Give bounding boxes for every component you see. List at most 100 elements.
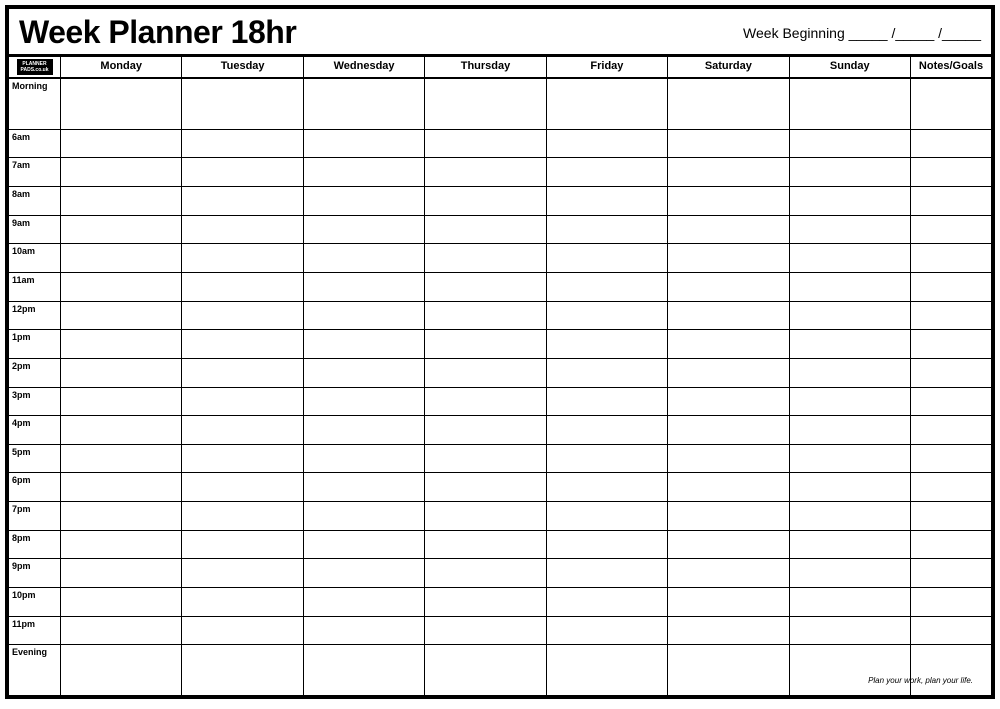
notes-cell[interactable] xyxy=(911,559,991,587)
day-cell[interactable] xyxy=(790,359,911,387)
day-cell[interactable] xyxy=(425,445,546,473)
day-cell[interactable] xyxy=(790,187,911,215)
day-cell[interactable] xyxy=(668,559,789,587)
day-cell[interactable] xyxy=(425,130,546,158)
day-cell[interactable] xyxy=(425,187,546,215)
day-cell[interactable] xyxy=(668,531,789,559)
day-cell[interactable] xyxy=(790,502,911,530)
day-cell[interactable] xyxy=(790,158,911,186)
notes-cell[interactable] xyxy=(911,645,991,695)
day-cell[interactable] xyxy=(182,588,303,616)
day-cell[interactable] xyxy=(61,531,182,559)
day-cell[interactable] xyxy=(61,388,182,416)
notes-cell[interactable] xyxy=(911,216,991,244)
day-cell[interactable] xyxy=(61,302,182,330)
day-cell[interactable] xyxy=(182,273,303,301)
day-cell[interactable] xyxy=(182,359,303,387)
day-cell[interactable] xyxy=(425,645,546,695)
day-cell[interactable] xyxy=(304,388,425,416)
day-cell[interactable] xyxy=(61,502,182,530)
day-cell[interactable] xyxy=(790,130,911,158)
day-cell[interactable] xyxy=(182,158,303,186)
day-cell[interactable] xyxy=(547,302,668,330)
day-cell[interactable] xyxy=(61,158,182,186)
notes-cell[interactable] xyxy=(911,244,991,272)
day-cell[interactable] xyxy=(547,330,668,358)
notes-cell[interactable] xyxy=(911,130,991,158)
day-cell[interactable] xyxy=(668,130,789,158)
day-cell[interactable] xyxy=(668,187,789,215)
notes-cell[interactable] xyxy=(911,445,991,473)
notes-cell[interactable] xyxy=(911,359,991,387)
day-cell[interactable] xyxy=(790,617,911,645)
day-cell[interactable] xyxy=(304,216,425,244)
day-cell[interactable] xyxy=(304,617,425,645)
day-cell[interactable] xyxy=(182,216,303,244)
day-cell[interactable] xyxy=(61,416,182,444)
day-cell[interactable] xyxy=(790,273,911,301)
day-cell[interactable] xyxy=(790,559,911,587)
day-cell[interactable] xyxy=(182,531,303,559)
day-cell[interactable] xyxy=(304,359,425,387)
day-cell[interactable] xyxy=(668,388,789,416)
day-cell[interactable] xyxy=(304,158,425,186)
day-cell[interactable] xyxy=(668,330,789,358)
day-cell[interactable] xyxy=(790,79,911,129)
day-cell[interactable] xyxy=(304,79,425,129)
day-cell[interactable] xyxy=(182,416,303,444)
day-cell[interactable] xyxy=(425,588,546,616)
day-cell[interactable] xyxy=(547,416,668,444)
day-cell[interactable] xyxy=(668,416,789,444)
day-cell[interactable] xyxy=(425,617,546,645)
day-cell[interactable] xyxy=(668,502,789,530)
day-cell[interactable] xyxy=(425,531,546,559)
day-cell[interactable] xyxy=(668,273,789,301)
day-cell[interactable] xyxy=(182,473,303,501)
day-cell[interactable] xyxy=(425,244,546,272)
day-cell[interactable] xyxy=(547,473,668,501)
notes-cell[interactable] xyxy=(911,588,991,616)
day-cell[interactable] xyxy=(182,130,303,158)
day-cell[interactable] xyxy=(61,445,182,473)
day-cell[interactable] xyxy=(547,588,668,616)
day-cell[interactable] xyxy=(668,302,789,330)
day-cell[interactable] xyxy=(668,216,789,244)
day-cell[interactable] xyxy=(182,79,303,129)
notes-cell[interactable] xyxy=(911,302,991,330)
notes-cell[interactable] xyxy=(911,187,991,215)
day-cell[interactable] xyxy=(304,473,425,501)
notes-cell[interactable] xyxy=(911,79,991,129)
day-cell[interactable] xyxy=(61,216,182,244)
day-cell[interactable] xyxy=(304,588,425,616)
notes-cell[interactable] xyxy=(911,330,991,358)
day-cell[interactable] xyxy=(790,445,911,473)
day-cell[interactable] xyxy=(182,502,303,530)
day-cell[interactable] xyxy=(547,79,668,129)
day-cell[interactable] xyxy=(547,445,668,473)
day-cell[interactable] xyxy=(790,645,911,695)
day-cell[interactable] xyxy=(304,187,425,215)
day-cell[interactable] xyxy=(668,79,789,129)
day-cell[interactable] xyxy=(668,588,789,616)
notes-cell[interactable] xyxy=(911,273,991,301)
day-cell[interactable] xyxy=(61,244,182,272)
day-cell[interactable] xyxy=(61,617,182,645)
notes-cell[interactable] xyxy=(911,617,991,645)
notes-cell[interactable] xyxy=(911,502,991,530)
day-cell[interactable] xyxy=(547,502,668,530)
day-cell[interactable] xyxy=(304,416,425,444)
day-cell[interactable] xyxy=(304,302,425,330)
day-cell[interactable] xyxy=(425,388,546,416)
day-cell[interactable] xyxy=(425,473,546,501)
day-cell[interactable] xyxy=(425,359,546,387)
day-cell[interactable] xyxy=(304,273,425,301)
day-cell[interactable] xyxy=(182,187,303,215)
day-cell[interactable] xyxy=(547,645,668,695)
day-cell[interactable] xyxy=(61,645,182,695)
day-cell[interactable] xyxy=(425,330,546,358)
day-cell[interactable] xyxy=(61,330,182,358)
notes-cell[interactable] xyxy=(911,531,991,559)
day-cell[interactable] xyxy=(668,473,789,501)
day-cell[interactable] xyxy=(547,359,668,387)
notes-cell[interactable] xyxy=(911,416,991,444)
